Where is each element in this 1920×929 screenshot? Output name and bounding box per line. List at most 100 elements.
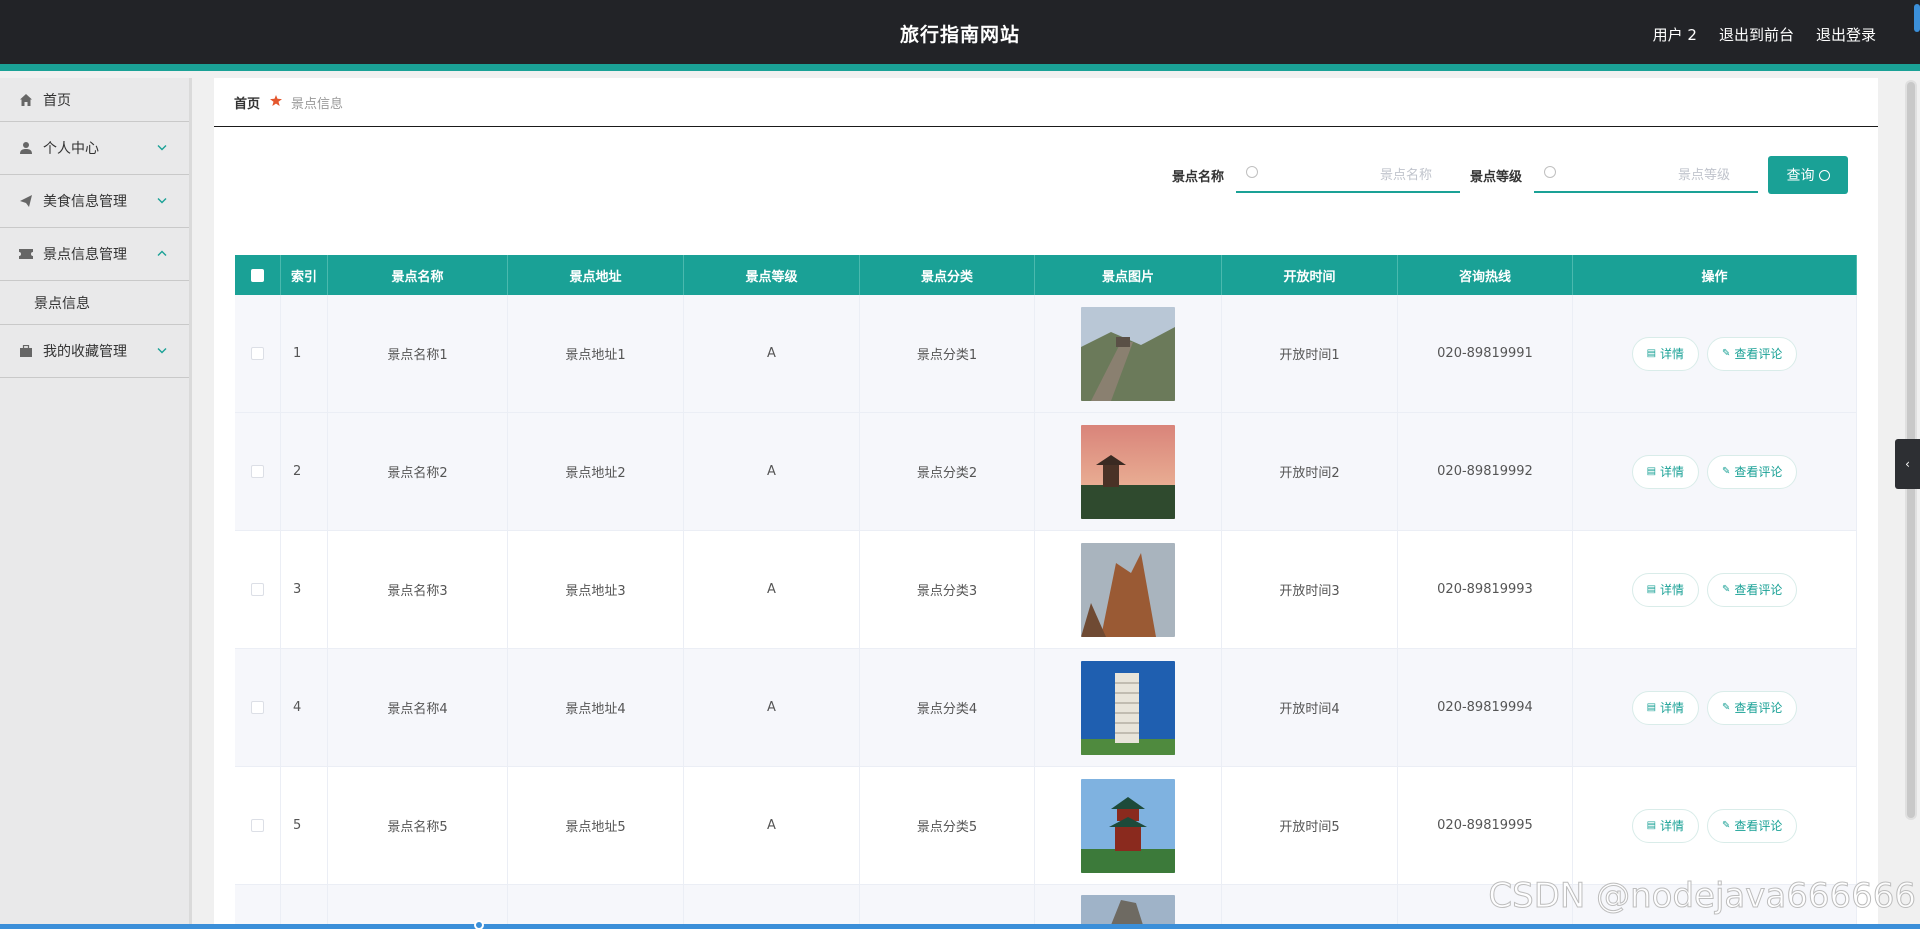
column-header: 咨询热线: [1398, 255, 1573, 295]
row-checkbox[interactable]: [251, 347, 264, 360]
name-cell: 景点名称3: [328, 531, 508, 648]
document-icon: ▤: [1646, 348, 1657, 359]
watermark: CSDN @nodejava666666: [1488, 876, 1917, 917]
column-header: 景点等级: [684, 255, 860, 295]
sidebar-item-personal-center[interactable]: 个人中心: [0, 122, 189, 175]
chevron-up-icon: [157, 249, 167, 260]
row-checkbox[interactable]: [251, 819, 264, 832]
view-comments-label: 查看评论: [1734, 465, 1783, 479]
document-icon: ▤: [1646, 466, 1657, 477]
collapse-panel-handle[interactable]: ‹: [1895, 439, 1920, 489]
hotline-cell: 020-89819991: [1398, 295, 1573, 412]
edit-icon: ✎: [1722, 466, 1731, 477]
detail-button-label: 详情: [1660, 701, 1685, 715]
user-name-link[interactable]: 用户 2: [1653, 24, 1697, 45]
top-bar: 旅行指南网站 用户 2 退出到前台 退出登录: [0, 0, 1920, 71]
name-cell: 景点名称2: [328, 413, 508, 530]
breadcrumb-home[interactable]: 首页: [234, 93, 260, 112]
row-checkbox[interactable]: [251, 701, 264, 714]
level-search-input[interactable]: [1534, 157, 1758, 191]
hotline-cell: 020-89819995: [1398, 767, 1573, 884]
hotline-cell: 020-89819994: [1398, 649, 1573, 766]
view-comments-button[interactable]: ✎ 查看评论: [1707, 336, 1798, 371]
progress-knob[interactable]: [474, 920, 484, 929]
search-icon: [1245, 166, 1258, 178]
scenic-image: [1081, 306, 1175, 401]
row-checkbox[interactable]: [251, 583, 264, 596]
sidebar-item-label: 美食信息管理: [43, 194, 127, 210]
level-cell: A: [684, 413, 860, 530]
category-cell: 景点分类3: [860, 531, 1035, 648]
bottom-progress-bar: [0, 920, 1920, 929]
address-cell: 景点地址2: [508, 413, 684, 530]
address-cell: 景点地址1: [508, 295, 684, 412]
image-cell: [1035, 295, 1222, 412]
row-checkbox[interactable]: [251, 465, 264, 478]
document-icon: ▤: [1646, 702, 1657, 713]
chevron-down-icon: [157, 346, 167, 357]
image-cell: [1035, 885, 1222, 925]
select-all-checkbox[interactable]: [251, 268, 264, 282]
category-cell: 景点分类1: [860, 295, 1035, 412]
detail-button[interactable]: ▤ 详情: [1631, 690, 1700, 725]
index-cell: 1: [281, 295, 328, 412]
index-cell: 2: [281, 413, 328, 530]
level-cell: A: [684, 531, 860, 648]
index-cell: 3: [281, 531, 328, 648]
edit-icon: ✎: [1722, 584, 1731, 595]
level-cell: A: [684, 295, 860, 412]
row-select-cell: [235, 413, 281, 530]
level-cell: A: [684, 767, 860, 884]
table-row: 5 景点名称5 景点地址5 A 景点分类5 开放时间5 020-89819995…: [235, 767, 1857, 885]
scenic-image: [1081, 542, 1175, 637]
view-comments-button[interactable]: ✎ 查看评论: [1707, 454, 1798, 489]
search-bar: 景点名称 景点等级 查询: [1172, 156, 1848, 194]
scroll-indicator: [1914, 4, 1920, 32]
index-cell: 4: [281, 649, 328, 766]
view-comments-label: 查看评论: [1734, 819, 1783, 833]
detail-button-label: 详情: [1660, 347, 1685, 361]
detail-button[interactable]: ▤ 详情: [1631, 572, 1700, 607]
image-cell: [1035, 767, 1222, 884]
row-select-cell: [235, 649, 281, 766]
table-header: 索引 景点名称 景点地址 景点等级 景点分类 景点图片 开放时间 咨询热线 操作: [235, 255, 1857, 295]
hotline-cell: 020-89819993: [1398, 531, 1573, 648]
name-search-input[interactable]: [1235, 157, 1460, 191]
actions-cell: ▤ 详情 ✎ 查看评论: [1573, 295, 1857, 412]
sidebar-item-favorites-management[interactable]: 我的收藏管理: [0, 325, 189, 378]
view-comments-button[interactable]: ✎ 查看评论: [1707, 808, 1798, 843]
view-comments-button[interactable]: ✎ 查看评论: [1707, 690, 1798, 725]
query-button[interactable]: 查询: [1768, 156, 1848, 194]
sidebar-item-home[interactable]: 首页: [0, 78, 189, 122]
logout-link[interactable]: 退出登录: [1816, 24, 1876, 45]
detail-button[interactable]: ▤ 详情: [1631, 336, 1700, 371]
row-select-cell: [235, 767, 281, 884]
row-select-cell: [235, 531, 281, 648]
level-search-field: [1534, 157, 1758, 193]
category-cell: [860, 885, 1035, 924]
chevron-left-icon: ‹: [1905, 457, 1910, 471]
view-comments-label: 查看评论: [1734, 347, 1783, 361]
ticket-icon: [18, 246, 34, 262]
view-comments-button[interactable]: ✎ 查看评论: [1707, 572, 1798, 607]
row-select-cell: [235, 295, 281, 412]
actions-cell: ▤ 详情 ✎ 查看评论: [1573, 649, 1857, 766]
detail-button[interactable]: ▤ 详情: [1631, 454, 1700, 489]
edit-icon: ✎: [1722, 348, 1731, 359]
edit-icon: ✎: [1722, 820, 1731, 831]
select-all-cell: [235, 255, 281, 295]
site-title: 旅行指南网站: [899, 24, 1020, 46]
detail-button-label: 详情: [1660, 465, 1685, 479]
address-cell: 景点地址3: [508, 531, 684, 648]
sidebar: 首页 个人中心 美食信息管理 景点信息管理 景点信息 我的收藏管理: [0, 78, 192, 929]
detail-button[interactable]: ▤ 详情: [1631, 808, 1700, 843]
exit-to-front-link[interactable]: 退出到前台: [1719, 24, 1794, 45]
table-row: 4 景点名称4 景点地址4 A 景点分类4 开放时间4 020-89819994…: [235, 649, 1857, 767]
sidebar-item-food-management[interactable]: 美食信息管理: [0, 175, 189, 228]
sidebar-item-scenic-management[interactable]: 景点信息管理: [0, 228, 189, 281]
sidebar-subitem-scenic-info[interactable]: 景点信息: [0, 281, 189, 325]
chevron-down-icon: [157, 143, 167, 154]
table-row: 1 景点名称1 景点地址1 A 景点分类1 开放时间1 020-89819991…: [235, 295, 1857, 413]
name-cell: 景点名称1: [328, 295, 508, 412]
document-icon: ▤: [1646, 820, 1657, 831]
